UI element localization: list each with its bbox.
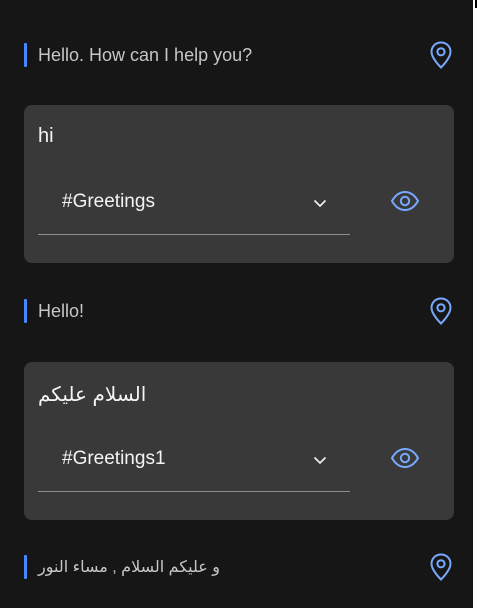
user-message-card: السلام عليكم #Greetings1 bbox=[24, 362, 454, 520]
bot-message: Hello. How can I help you? bbox=[24, 40, 454, 70]
location-pin-icon[interactable] bbox=[428, 552, 454, 582]
window-edge bbox=[473, 0, 477, 608]
bot-message-indicator bbox=[24, 555, 27, 579]
bot-message-text: Hello! bbox=[38, 300, 85, 321]
eye-icon[interactable] bbox=[390, 446, 420, 470]
bot-message: Hello! bbox=[24, 296, 454, 326]
bot-message-indicator bbox=[24, 43, 27, 67]
user-utterance-text: السلام عليكم bbox=[38, 384, 147, 406]
user-utterance-text: hi bbox=[38, 125, 54, 147]
user-message-card: hi #Greetings bbox=[24, 105, 454, 263]
bot-message-text: Hello. How can I help you? bbox=[38, 44, 253, 65]
intent-dropdown[interactable]: #Greetings bbox=[38, 177, 350, 235]
intent-dropdown-value: #Greetings1 bbox=[62, 448, 166, 469]
location-pin-icon[interactable] bbox=[428, 296, 454, 326]
location-pin-icon[interactable] bbox=[428, 40, 454, 70]
bot-message-indicator bbox=[24, 299, 27, 323]
intent-dropdown-value: #Greetings bbox=[62, 191, 155, 212]
chevron-down-icon bbox=[313, 456, 327, 465]
intent-dropdown[interactable]: #Greetings1 bbox=[38, 434, 350, 492]
chevron-down-icon bbox=[313, 199, 327, 208]
bot-message: و عليكم السلام , مساء النور bbox=[24, 552, 454, 582]
eye-icon[interactable] bbox=[390, 189, 420, 213]
bot-message-text: و عليكم السلام , مساء النور bbox=[38, 559, 220, 576]
